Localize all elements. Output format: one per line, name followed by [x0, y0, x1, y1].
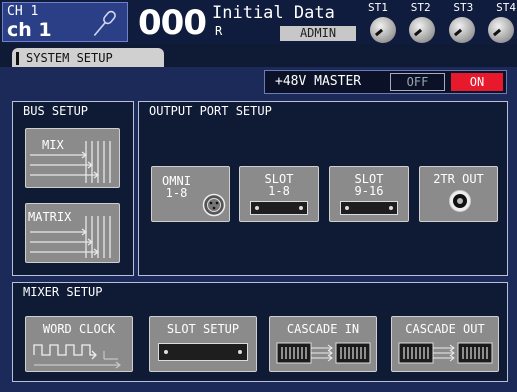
- word-clock-label: WORD CLOCK: [42, 322, 116, 336]
- slot-card-icon: [250, 201, 308, 215]
- stereo-knobs: [370, 17, 514, 43]
- clock-waveform-icon: [33, 344, 121, 369]
- st3-knob-icon[interactable]: [448, 17, 475, 43]
- tab-bar: SYSTEM SETUP: [0, 46, 517, 68]
- slot-1-8-button[interactable]: SLOT 1-8: [239, 166, 319, 222]
- cascade-out-icon: [398, 342, 493, 364]
- mixer-setup-panel: MIXER SETUP WORD CLOCK SLOT SETUP CASCAD…: [12, 282, 508, 382]
- slot2-range-label: 9-16: [354, 184, 384, 198]
- st2-label: ST2: [410, 1, 431, 14]
- 2tr-out-label: 2TR OUT: [433, 172, 484, 186]
- slot-setup-button[interactable]: SLOT SETUP: [149, 316, 257, 372]
- scene-number[interactable]: 000: [138, 3, 207, 43]
- slot-card-icon: [340, 201, 398, 215]
- phantom-master-label: +48V MASTER: [275, 74, 362, 89]
- xlr-connector-icon: [202, 193, 226, 217]
- matrix-button[interactable]: MATRIX: [25, 203, 120, 263]
- bus-setup-panel: BUS SETUP MIX MATRIX: [12, 101, 134, 276]
- mix-button[interactable]: MIX: [25, 128, 120, 188]
- output-port-setup-panel: OUTPUT PORT SETUP OMNI 1-8 SLOT 1-8 SLOT…: [138, 101, 508, 276]
- stereo-labels: ST1 ST2 ST3 ST4: [368, 1, 516, 14]
- slot-card-icon: [158, 343, 248, 361]
- st4-knob-icon[interactable]: [487, 17, 514, 43]
- mixer-setup-title: MIXER SETUP: [23, 285, 103, 299]
- slot-setup-label: SLOT SETUP: [166, 322, 240, 336]
- cascade-in-button[interactable]: CASCADE IN: [269, 316, 377, 372]
- cascade-out-label: CASCADE OUT: [405, 322, 485, 336]
- bus-setup-title: BUS SETUP: [23, 104, 89, 118]
- scene-read-only-flag: R: [215, 24, 223, 38]
- header-bar: CH 1 ch 1 000 Initial Data R ADMIN ST1 S…: [0, 0, 517, 44]
- channel-name: ch 1: [7, 19, 52, 41]
- channel-number: CH 1: [7, 4, 39, 19]
- phantom-off-button[interactable]: OFF: [390, 73, 445, 91]
- tab-system-setup[interactable]: SYSTEM SETUP: [12, 48, 164, 68]
- st4-label: ST4: [496, 1, 516, 14]
- microphone-icon: [93, 10, 116, 37]
- output-port-setup-title: OUTPUT PORT SETUP: [149, 104, 272, 118]
- rca-jack-icon: [449, 190, 471, 212]
- matrix-bus-icon: [30, 216, 111, 258]
- st3-label: ST3: [453, 1, 474, 14]
- phantom-on-button[interactable]: ON: [451, 73, 503, 91]
- cascade-in-label: CASCADE IN: [286, 322, 360, 336]
- cascade-out-button[interactable]: CASCADE OUT: [391, 316, 499, 372]
- selected-channel-box[interactable]: CH 1 ch 1: [2, 2, 128, 42]
- phantom-master-control: +48V MASTER OFF ON: [264, 70, 507, 94]
- scene-title: Initial Data: [212, 3, 335, 23]
- st1-label: ST1: [368, 1, 388, 14]
- slot1-range-label: 1-8: [268, 184, 290, 198]
- 2tr-out-button[interactable]: 2TR OUT: [419, 166, 498, 222]
- cascade-in-icon: [276, 342, 371, 364]
- mix-bus-icon: [30, 141, 111, 183]
- omni-out-button[interactable]: OMNI 1-8: [151, 166, 230, 222]
- slot-9-16-button[interactable]: SLOT 9-16: [329, 166, 409, 222]
- user-name-box: ADMIN: [280, 26, 356, 41]
- st1-knob-icon[interactable]: [370, 17, 396, 43]
- system-setup-screen: CH 1 ch 1 000 Initial Data R ADMIN ST1 S…: [0, 0, 517, 392]
- word-clock-button[interactable]: WORD CLOCK: [25, 316, 133, 372]
- st2-knob-icon[interactable]: [409, 17, 436, 43]
